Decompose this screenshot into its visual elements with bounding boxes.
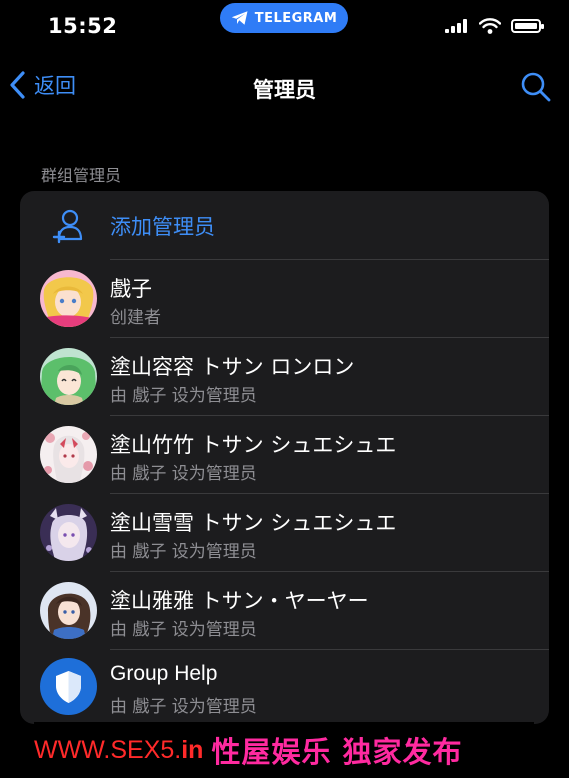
admin-list: 添加管理员 戲子 创建者 塗山容容 トサン ロンロン 由 戲子 设为管理员 塗山… <box>20 191 549 724</box>
admin-role: 由 戲子 设为管理员 <box>110 697 257 717</box>
watermark: WWW.SEX5.in 性屋娱乐 独家发布 <box>34 722 534 778</box>
shield-icon <box>40 658 97 715</box>
telegram-label: TELEGRAM <box>254 10 338 26</box>
add-user-icon <box>52 209 83 244</box>
wifi-icon <box>479 18 501 34</box>
admin-name: 塗山雅雅 トサン・ヤーヤー <box>110 589 369 613</box>
admin-role: 由 戲子 设为管理员 <box>110 386 257 406</box>
status-time: 15:52 <box>48 14 118 38</box>
telegram-icon <box>231 11 248 25</box>
watermark-text: 性屋娱乐 独家发布 <box>211 735 463 769</box>
admin-name: 塗山容容 トサン ロンロン <box>110 355 355 379</box>
navigation-bar: 返回 管理员 <box>0 62 569 116</box>
admin-name: 戲子 <box>110 277 152 301</box>
admin-role: 由 戲子 设为管理员 <box>110 464 257 484</box>
admin-row[interactable]: 塗山雪雪 トサン シュエシュエ 由 戲子 设为管理员 <box>20 494 549 572</box>
admin-role: 创建者 <box>110 308 161 328</box>
avatar <box>40 348 97 405</box>
avatar <box>40 504 97 561</box>
telegram-pill[interactable]: TELEGRAM <box>220 3 348 33</box>
admin-name: 塗山雪雪 トサン シュエシュエ <box>110 511 397 535</box>
search-icon <box>521 72 551 102</box>
admin-name: 塗山竹竹 トサン シュエシュエ <box>110 433 397 457</box>
add-admin-label: 添加管理员 <box>110 215 215 239</box>
admin-role: 由 戲子 设为管理员 <box>110 620 257 640</box>
section-header: 群组管理员 <box>41 166 122 185</box>
admin-row[interactable]: 塗山容容 トサン ロンロン 由 戲子 设为管理员 <box>20 338 549 416</box>
avatar <box>40 270 97 327</box>
search-button[interactable] <box>519 70 553 108</box>
battery-icon <box>511 19 544 33</box>
admin-row[interactable]: 戲子 创建者 <box>20 260 549 338</box>
admin-row[interactable]: 塗山雅雅 トサン・ヤーヤー 由 戲子 设为管理员 <box>20 572 549 650</box>
admin-row[interactable]: Group Help 由 戲子 设为管理员 <box>20 650 549 724</box>
cellular-signal-icon <box>445 19 467 33</box>
status-icons <box>445 18 544 34</box>
avatar <box>40 426 97 483</box>
watermark-url: WWW.SEX5.in <box>34 735 204 764</box>
page-title: 管理员 <box>253 78 316 102</box>
add-admin-button[interactable]: 添加管理员 <box>20 191 549 260</box>
status-bar: 15:52 TELEGRAM <box>0 0 569 56</box>
admin-row[interactable]: 塗山竹竹 トサン シュエシュエ 由 戲子 设为管理员 <box>20 416 549 494</box>
admin-name: Group Help <box>110 662 218 685</box>
avatar <box>40 582 97 639</box>
admin-role: 由 戲子 设为管理员 <box>110 542 257 562</box>
avatar <box>40 658 97 715</box>
